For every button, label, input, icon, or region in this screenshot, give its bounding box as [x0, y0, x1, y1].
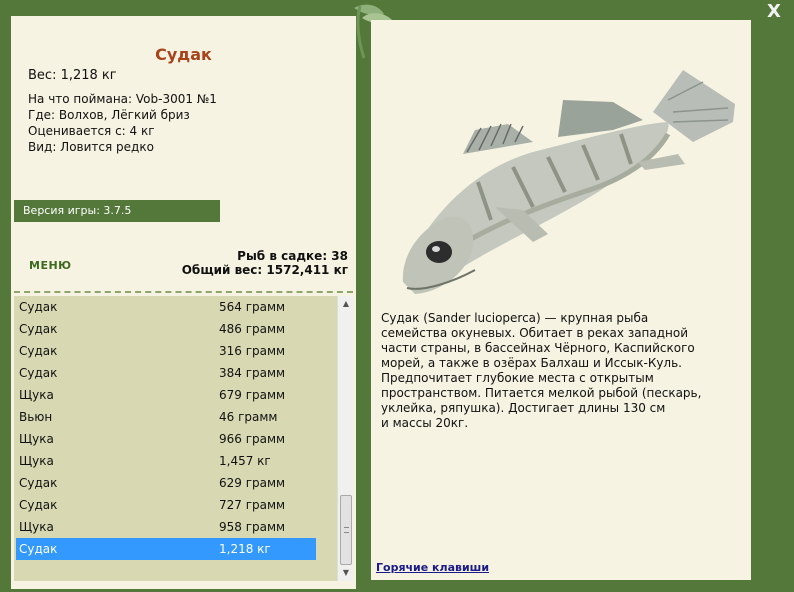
item-name: Судак — [19, 344, 58, 358]
item-weight: 564 грамм — [219, 300, 286, 314]
list-item[interactable]: Судак 384 грамм — [14, 362, 337, 384]
scroll-thumb[interactable] — [340, 495, 352, 565]
arrow-down-icon[interactable]: ▼ — [338, 565, 354, 581]
fish-image — [402, 70, 735, 294]
total-weight: Общий вес: 1572,411 кг — [181, 263, 348, 277]
arrow-up-icon[interactable]: ▲ — [338, 296, 354, 312]
close-icon: X — [767, 1, 781, 22]
item-name: Щука — [19, 432, 54, 446]
info-rarity: Вид: Ловится редко — [28, 140, 154, 154]
divider — [14, 291, 353, 293]
fish-weight: Вес: 1,218 кг — [28, 68, 117, 83]
catch-panel: Судак Вес: 1,218 кг На что поймана: Vob-… — [11, 16, 356, 589]
list-item[interactable]: Судак 629 грамм — [14, 472, 337, 494]
list-item[interactable]: Щука 966 грамм — [14, 428, 337, 450]
list-item[interactable]: Судак 564 грамм — [14, 296, 337, 318]
list-scrollbar[interactable]: ▲ ▼ — [337, 296, 353, 581]
item-name: Щука — [19, 520, 54, 534]
item-weight: 1,218 кг — [219, 542, 271, 556]
item-weight: 679 грамм — [219, 388, 286, 402]
item-weight: 629 грамм — [219, 476, 286, 490]
list-item[interactable]: Вьюн 46 грамм — [14, 406, 337, 428]
list-item[interactable]: Щука 958 грамм — [14, 516, 337, 538]
catch-list[interactable]: Судак 564 грамм Судак 486 грамм Судак 316 г… — [14, 296, 337, 581]
fish-description: Судак (Sander lucioperca) — крупная рыба… — [381, 311, 702, 430]
hotkeys-link[interactable]: Горячие клавиши — [376, 561, 489, 574]
item-weight: 727 грамм — [219, 498, 286, 512]
info-bait: На что поймана: Vob-3001 №1 — [28, 92, 217, 106]
list-item[interactable]: Судак 486 грамм — [14, 318, 337, 340]
fish-detail-panel: Судак (Sander lucioperca) — крупная рыба… — [371, 20, 751, 580]
list-item[interactable]: Судак 727 грамм — [14, 494, 337, 516]
item-weight: 958 грамм — [219, 520, 286, 534]
item-weight: 316 грамм — [219, 344, 286, 358]
catch-stats: Рыб в садке: 38 Общий вес: 1572,411 кг — [182, 249, 348, 277]
item-name: Щука — [19, 454, 54, 468]
item-name: Судак — [19, 300, 58, 314]
list-item-selected[interactable]: Судак 1,218 кг — [16, 538, 316, 560]
list-item[interactable]: Судак 316 грамм — [14, 340, 337, 362]
menu-button[interactable]: МЕНЮ — [29, 259, 72, 272]
info-score-threshold: Оценивается с: 4 кг — [28, 124, 155, 138]
item-weight: 384 грамм — [219, 366, 286, 380]
item-weight: 966 грамм — [219, 432, 286, 446]
fish-info: На что поймана: Vob-3001 №1 Где: Волхов,… — [28, 91, 217, 155]
item-weight: 1,457 кг — [219, 454, 271, 468]
item-weight: 46 грамм — [219, 410, 278, 424]
item-name: Судак — [19, 366, 58, 380]
version-bar: Версия игры: 3.7.5 — [14, 200, 220, 222]
item-name: Щука — [19, 388, 54, 402]
item-name: Судак — [19, 498, 58, 512]
item-name: Вьюн — [19, 410, 53, 424]
list-item[interactable]: Щука 679 грамм — [14, 384, 337, 406]
item-name: Судак — [19, 542, 58, 556]
list-item[interactable]: Щука 1,457 кг — [14, 450, 337, 472]
close-button[interactable]: X — [767, 3, 781, 21]
item-name: Судак — [19, 322, 58, 336]
item-name: Судак — [19, 476, 58, 490]
item-weight: 486 грамм — [219, 322, 286, 336]
fish-name-title: Судак — [155, 45, 212, 64]
info-location: Где: Волхов, Лёгкий бриз — [28, 108, 190, 122]
fish-count: Рыб в садке: 38 — [237, 249, 348, 263]
